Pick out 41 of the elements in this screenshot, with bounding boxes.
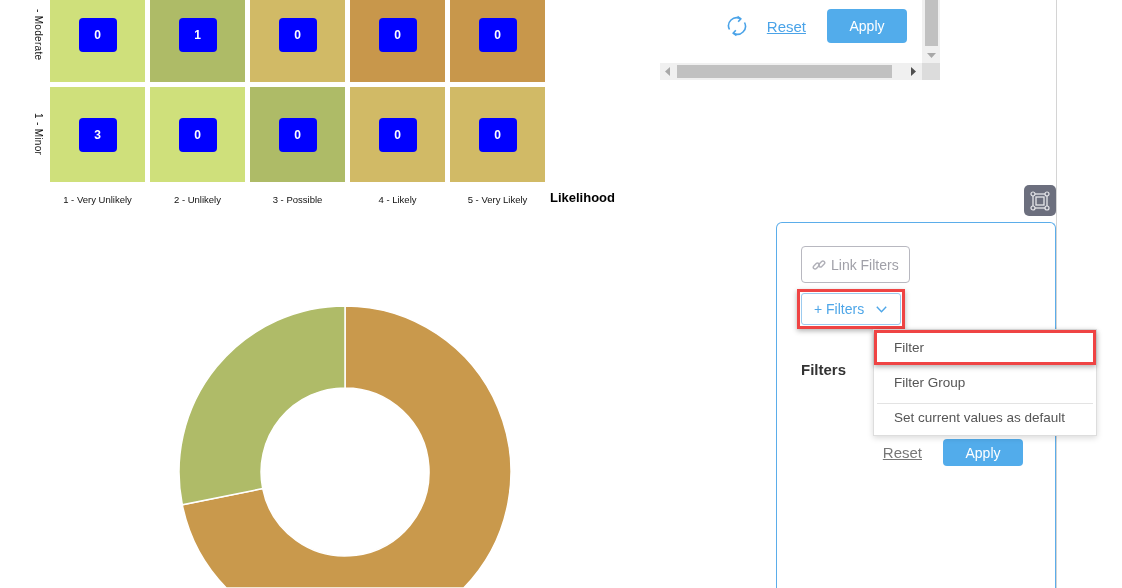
scroll-right-icon[interactable] [911,67,916,76]
count-badge: 0 [78,17,117,52]
count-badge: 0 [378,17,417,52]
scroll-down-icon[interactable] [926,53,936,58]
menu-item[interactable]: Filter [874,330,1096,365]
axis-label: 1 - Very Unlikely [62,193,133,205]
row-label: 1 - Minor [33,113,44,156]
row-label: - Moderate [33,8,44,61]
reset-link[interactable]: Reset [882,444,922,461]
apply-button[interactable]: Apply [827,9,907,43]
scrollbar-thumb[interactable] [924,0,938,46]
vertical-scrollbar[interactable] [922,0,940,63]
horizontal-scrollbar[interactable] [660,63,922,80]
count-badge: 1 [178,17,217,52]
count-badge: 0 [178,117,217,152]
chevron-down-icon [876,305,887,313]
apply-button[interactable]: Apply [943,439,1023,466]
scrollbar-thumb[interactable] [677,65,892,78]
axis-label: 4 - Likely [377,193,418,205]
selection-button[interactable] [1024,185,1056,216]
count-badge: 0 [378,117,417,152]
link-filters-button[interactable]: Link Filters [801,246,910,283]
count-badge: 0 [278,17,317,52]
bounding-box-icon [1030,190,1050,211]
axis-label: 3 - Possible [271,193,324,205]
count-badge: 0 [278,117,317,152]
add-filters-button[interactable]: + Filters [801,293,901,325]
scrollbar-corner [922,63,940,80]
axis-label: 2 - Unlikely [173,193,222,205]
count-badge: 0 [478,117,517,152]
axis-label: 5 - Very Likely [466,193,529,205]
refresh-icon[interactable] [725,15,748,37]
menu-item[interactable]: Filter Group [874,365,1096,400]
scroll-left-icon[interactable] [665,67,670,76]
link-icon [812,257,826,272]
filters-heading: Filters [801,361,846,378]
count-badge: 0 [478,17,517,52]
count-badge: 3 [78,117,117,152]
reset-link[interactable]: Reset [766,18,806,35]
axis-title: Likelihood [550,189,615,205]
menu-item[interactable]: Set current values as default [874,400,1096,435]
